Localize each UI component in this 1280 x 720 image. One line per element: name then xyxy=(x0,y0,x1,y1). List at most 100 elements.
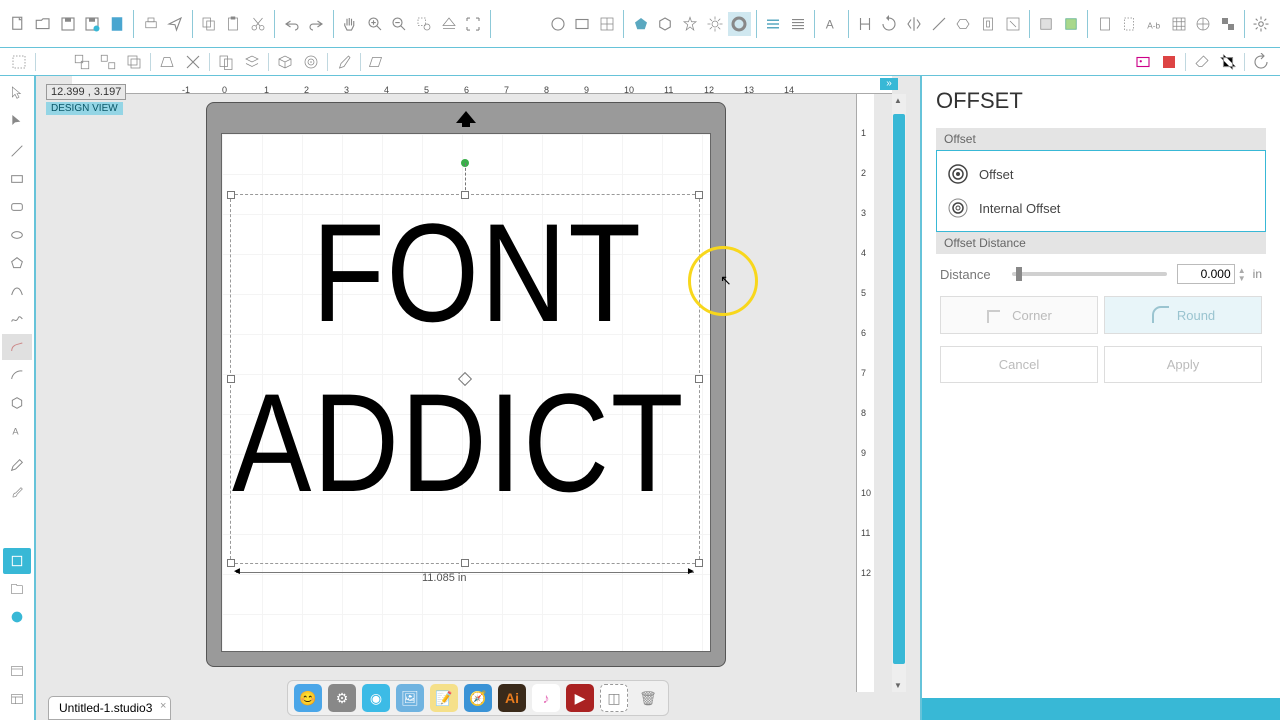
sel-handle-s[interactable] xyxy=(461,559,469,567)
image-tag-icon[interactable] xyxy=(1131,50,1155,74)
document-tab[interactable]: Untitled-1.studio3 × xyxy=(48,696,171,720)
dock-safari2-icon[interactable]: 🧭 xyxy=(464,684,492,712)
weld-icon[interactable] xyxy=(952,12,975,36)
merge-icon[interactable] xyxy=(853,12,876,36)
distance-input[interactable] xyxy=(1177,264,1235,284)
rotate-icon[interactable] xyxy=(878,12,901,36)
brush-icon[interactable] xyxy=(332,50,356,74)
dock-itunes-icon[interactable]: ♪ xyxy=(532,684,560,712)
library-icon[interactable] xyxy=(3,548,31,574)
checker-icon[interactable] xyxy=(1217,12,1240,36)
ruler-collapse-icon[interactable]: » xyxy=(880,78,898,90)
crop-icon[interactable] xyxy=(1216,50,1240,74)
3d-icon[interactable] xyxy=(273,50,297,74)
pan-icon[interactable] xyxy=(339,12,362,36)
sel-handle-e[interactable] xyxy=(695,375,703,383)
apply-button[interactable]: Apply xyxy=(1104,346,1262,383)
stack-icon[interactable] xyxy=(240,50,264,74)
new-file-icon[interactable] xyxy=(7,12,30,36)
distance-stepper[interactable]: ▲▼ xyxy=(1237,266,1247,282)
circle-tool-icon[interactable] xyxy=(546,12,569,36)
open-file-icon[interactable] xyxy=(32,12,55,36)
curve-tool-icon[interactable] xyxy=(2,334,32,360)
save-as-icon[interactable] xyxy=(81,12,104,36)
sel-handle-n[interactable] xyxy=(461,191,469,199)
zoom-select-icon[interactable] xyxy=(413,12,436,36)
canvas-sheet[interactable]: FONT ADDICT ◄ xyxy=(221,133,711,652)
brush-tool-icon[interactable] xyxy=(2,480,32,506)
dock-preview-icon[interactable]: 🖼 xyxy=(396,684,424,712)
save-icon[interactable] xyxy=(56,12,79,36)
export-icon[interactable] xyxy=(106,12,129,36)
zoom-in-icon[interactable] xyxy=(363,12,386,36)
select-bounds-icon[interactable] xyxy=(7,50,31,74)
depth-icon[interactable] xyxy=(365,50,389,74)
undo-icon[interactable] xyxy=(280,12,303,36)
compound-icon[interactable] xyxy=(122,50,146,74)
selection-box[interactable] xyxy=(230,194,700,564)
corner-button[interactable]: Corner xyxy=(940,296,1098,334)
line-tool-icon[interactable] xyxy=(2,138,32,164)
zoom-out-icon[interactable] xyxy=(388,12,411,36)
target-icon[interactable] xyxy=(299,50,323,74)
hexagon-icon[interactable] xyxy=(654,12,677,36)
pencil-tool-icon[interactable] xyxy=(2,452,32,478)
close-icon[interactable]: × xyxy=(160,700,166,712)
list-icon[interactable] xyxy=(786,12,809,36)
burst-icon[interactable] xyxy=(703,12,726,36)
globe-icon[interactable] xyxy=(2,604,32,630)
dock-acrobat-icon[interactable]: ▶ xyxy=(566,684,594,712)
break-icon[interactable] xyxy=(181,50,205,74)
cancel-button[interactable]: Cancel xyxy=(940,346,1098,383)
roundrect-icon[interactable] xyxy=(2,194,32,220)
canvas-area[interactable]: 12.399 , 3.197 DESIGN VIEW -1 0 1 2 3 4 … xyxy=(36,76,920,720)
ungroup-icon[interactable] xyxy=(96,50,120,74)
rect-draw-icon[interactable] xyxy=(2,166,32,192)
sel-handle-w[interactable] xyxy=(227,375,235,383)
arc-tool-icon[interactable] xyxy=(2,362,32,388)
panel-icon[interactable] xyxy=(2,686,32,712)
duplicate-icon[interactable] xyxy=(214,50,238,74)
slice-icon[interactable] xyxy=(927,12,950,36)
window-icon[interactable] xyxy=(2,658,32,684)
zoom-fit-icon[interactable] xyxy=(462,12,485,36)
book-icon[interactable] xyxy=(2,576,32,602)
settings-icon[interactable] xyxy=(1250,12,1273,36)
text-draw-icon[interactable]: A xyxy=(2,418,32,444)
pentagon-icon[interactable] xyxy=(629,12,652,36)
outline-icon[interactable] xyxy=(977,12,1000,36)
layer2-icon[interactable] xyxy=(1060,12,1083,36)
distance-slider[interactable] xyxy=(1012,272,1167,276)
paper-icon[interactable] xyxy=(1093,12,1116,36)
redo-icon[interactable] xyxy=(305,12,328,36)
perspective-icon[interactable] xyxy=(155,50,179,74)
offset-option[interactable]: Offset xyxy=(943,157,1259,191)
sel-center-icon[interactable] xyxy=(458,372,472,386)
dock-prefs-icon[interactable]: ⚙ xyxy=(328,684,356,712)
print-icon[interactable] xyxy=(139,12,162,36)
refresh-icon[interactable] xyxy=(1249,50,1273,74)
round-button[interactable]: Round xyxy=(1104,296,1262,334)
polygon-tool-icon[interactable] xyxy=(2,250,32,276)
send-icon[interactable] xyxy=(164,12,187,36)
grid-tool-icon[interactable] xyxy=(596,12,619,36)
dock-ai-icon[interactable]: Ai xyxy=(498,684,526,712)
poly-draw-icon[interactable] xyxy=(2,390,32,416)
rect-tool-icon[interactable] xyxy=(571,12,594,36)
vertical-scrollbar[interactable]: ▲ ▼ xyxy=(892,94,906,692)
mirror-icon[interactable] xyxy=(903,12,926,36)
color-swatch-icon[interactable] xyxy=(1157,50,1181,74)
dock-finder-icon[interactable]: 😊 xyxy=(294,684,322,712)
dock-trash-icon[interactable]: 🗑 xyxy=(634,684,662,712)
star-icon[interactable] xyxy=(679,12,702,36)
group-icon[interactable] xyxy=(70,50,94,74)
cut-icon[interactable] xyxy=(247,12,270,36)
sel-handle-nw[interactable] xyxy=(227,191,235,199)
ring-icon[interactable] xyxy=(728,12,751,36)
eraser-icon[interactable] xyxy=(1190,50,1214,74)
trace-icon[interactable] xyxy=(1001,12,1024,36)
cutting-icon[interactable] xyxy=(1118,12,1141,36)
sel-handle-se[interactable] xyxy=(695,559,703,567)
dock-notes-icon[interactable]: 📝 xyxy=(430,684,458,712)
registration-icon[interactable] xyxy=(1192,12,1215,36)
